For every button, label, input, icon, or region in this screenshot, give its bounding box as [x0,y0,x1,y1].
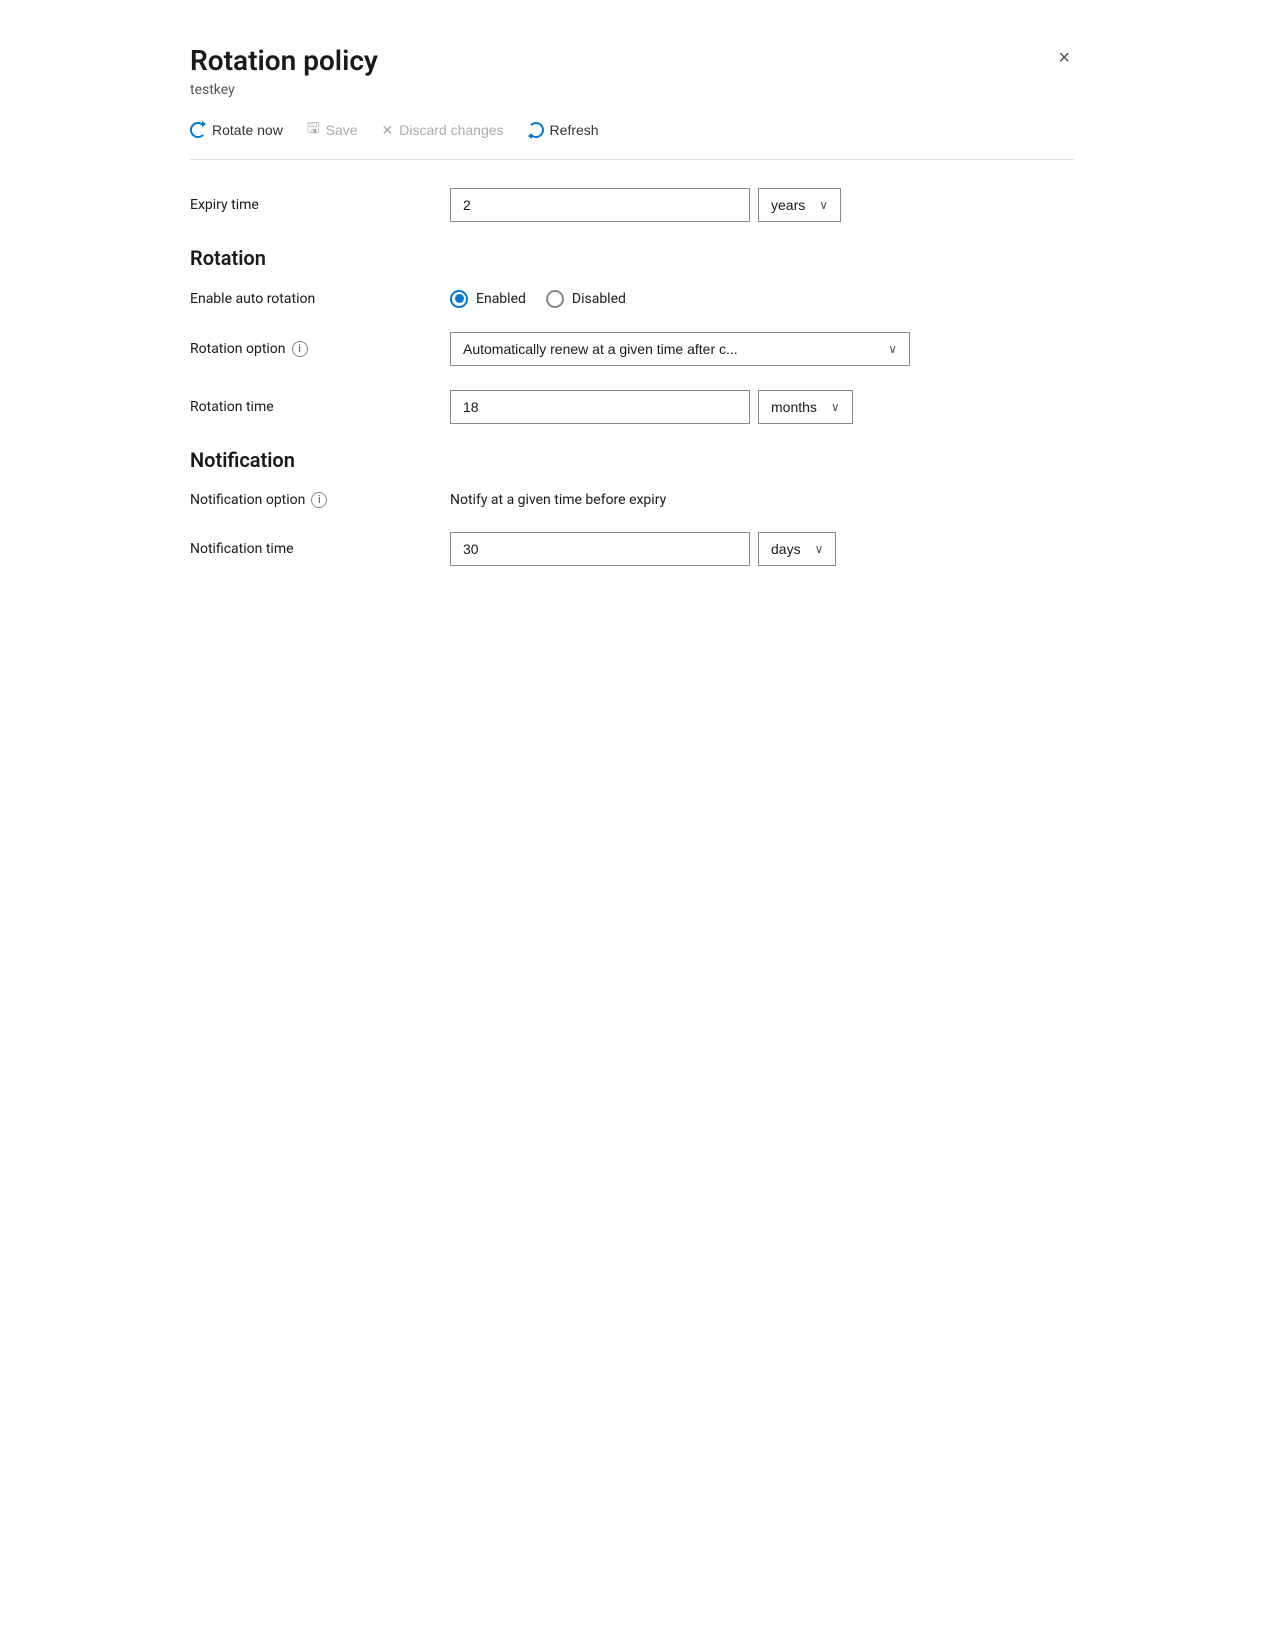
refresh-label: Refresh [550,122,599,138]
rotate-now-button[interactable]: Rotate now [190,118,283,142]
expiry-time-controls: years ∨ [450,188,1074,222]
panel-title: Rotation policy [190,44,378,78]
notification-section-title: Notification [190,448,1074,472]
notification-option-controls: Notify at a given time before expiry [450,492,1074,508]
discard-label: Discard changes [399,122,503,138]
notification-option-label: Notification option i [190,492,450,508]
rotation-time-row: Rotation time months ∨ [190,390,1074,424]
expiry-time-label: Expiry time [190,197,450,213]
auto-rotation-controls: Enabled Disabled [450,290,1074,308]
refresh-button[interactable]: Refresh [528,118,599,142]
auto-rotation-radio-group: Enabled Disabled [450,290,626,308]
save-button[interactable]: 🖫 Save [307,114,358,147]
expiry-unit-value: years [771,197,805,213]
notification-time-unit-chevron: ∨ [815,542,824,556]
disabled-radio[interactable] [546,290,564,308]
expiry-unit-select[interactable]: years ∨ [758,188,841,222]
expiry-unit-chevron: ∨ [819,198,828,212]
rotation-section-title: Rotation [190,246,1074,270]
rotate-now-label: Rotate now [212,122,283,138]
toolbar: Rotate now 🖫 Save ✕ Discard changes Refr… [190,114,1074,160]
rotation-time-unit-value: months [771,399,817,415]
discard-icon: ✕ [382,122,394,139]
notification-time-unit-select[interactable]: days ∨ [758,532,836,566]
rotation-time-label: Rotation time [190,399,450,415]
notification-time-label: Notification time [190,541,450,557]
rotate-now-icon [190,122,206,138]
enabled-radio[interactable] [450,290,468,308]
notification-option-info-icon[interactable]: i [311,492,327,508]
rotation-option-row: Rotation option i Automatically renew at… [190,332,1074,366]
rotation-option-controls: Automatically renew at a given time afte… [450,332,1074,366]
rotation-time-unit-select[interactable]: months ∨ [758,390,853,424]
rotation-option-info-icon[interactable]: i [292,341,308,357]
rotation-policy-panel: Rotation policy × testkey Rotate now 🖫 S… [162,20,1102,614]
notification-option-row: Notification option i Notify at a given … [190,492,1074,508]
save-icon: 🖫 [307,118,320,143]
rotation-option-label: Rotation option i [190,341,450,357]
rotation-time-unit-chevron: ∨ [831,400,840,414]
expiry-time-input[interactable] [450,188,750,222]
close-button[interactable]: × [1054,44,1074,72]
auto-rotation-row: Enable auto rotation Enabled Disabled [190,290,1074,308]
disabled-radio-label[interactable]: Disabled [546,290,626,308]
panel-subtitle: testkey [190,82,1074,98]
auto-rotation-label: Enable auto rotation [190,291,450,307]
notification-time-unit-value: days [771,541,801,557]
notification-time-input[interactable] [450,532,750,566]
refresh-icon [528,122,544,138]
disabled-label: Disabled [572,291,626,307]
panel-header: Rotation policy × [190,44,1074,78]
rotation-time-controls: months ∨ [450,390,1074,424]
expiry-time-row: Expiry time years ∨ [190,188,1074,222]
notification-option-value: Notify at a given time before expiry [450,492,666,508]
discard-changes-button[interactable]: ✕ Discard changes [382,118,504,143]
rotation-option-select[interactable]: Automatically renew at a given time afte… [450,332,910,366]
notification-time-controls: days ∨ [450,532,1074,566]
rotation-time-input[interactable] [450,390,750,424]
rotation-option-value: Automatically renew at a given time afte… [463,341,738,357]
rotation-option-chevron: ∨ [888,342,897,356]
enabled-label: Enabled [476,291,526,307]
enabled-radio-label[interactable]: Enabled [450,290,526,308]
notification-time-row: Notification time days ∨ [190,532,1074,566]
save-label: Save [326,122,358,138]
